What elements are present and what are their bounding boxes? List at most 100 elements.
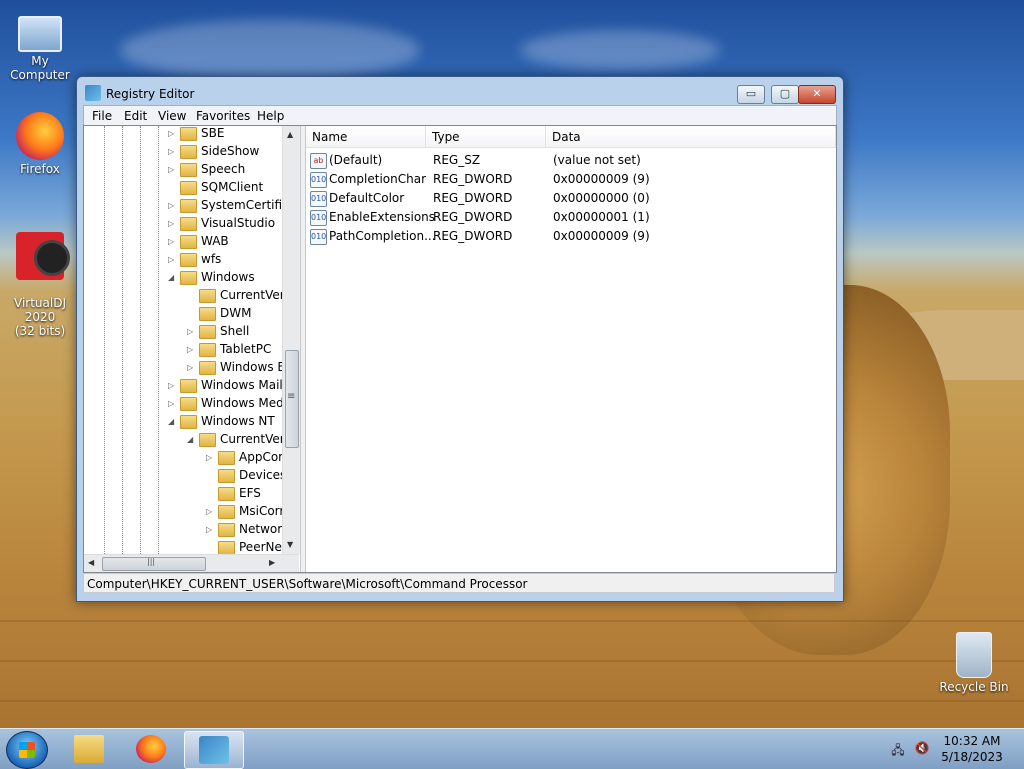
desktop-icon-label: Firefox [20, 162, 60, 176]
tree-node[interactable]: DWM [187, 306, 251, 324]
value-row[interactable]: 010 CompletionChar REG_DWORD 0x00000009 (9) [306, 170, 836, 189]
folder-icon [180, 198, 197, 213]
tree-node[interactable]: ▷ SBE [168, 126, 224, 144]
folder-icon [199, 288, 216, 303]
column-header-type[interactable]: Type [426, 126, 546, 148]
expand-arrow-icon[interactable]: ◢ [168, 273, 178, 282]
tree-node[interactable]: ◢ Windows [168, 270, 255, 288]
tree-node[interactable]: ▷ Windows Media [168, 396, 294, 414]
folder-icon [218, 522, 235, 537]
menu-favorites[interactable]: Favorites [196, 109, 250, 123]
tree-node[interactable]: ▷ VisualStudio [168, 216, 275, 234]
tree-vertical-scrollbar[interactable]: ▲ ≡ ▼ [282, 126, 300, 554]
expand-arrow-icon[interactable]: ▷ [168, 219, 178, 228]
folder-icon [180, 126, 197, 141]
expand-arrow-icon[interactable]: ◢ [168, 417, 178, 426]
tree-horizontal-scrollbar[interactable]: ◀ ||| ▶ [84, 554, 299, 572]
folder-icon [218, 504, 235, 519]
scroll-thumb[interactable]: ≡ [285, 350, 299, 448]
expand-arrow-icon[interactable]: ▷ [187, 363, 197, 372]
scroll-down-arrow[interactable]: ▼ [287, 540, 293, 549]
expand-arrow-icon[interactable]: ▷ [168, 381, 178, 390]
expand-arrow-icon[interactable]: ▷ [168, 255, 178, 264]
column-header-data[interactable]: Data [546, 126, 836, 148]
folder-icon [180, 180, 197, 195]
folder-icon [180, 378, 197, 393]
regedit-icon [85, 85, 101, 101]
value-data: (value not set) [553, 153, 641, 167]
desktop-icon-firefox[interactable]: Firefox [0, 112, 80, 176]
expand-arrow-icon[interactable]: ▷ [206, 525, 216, 534]
column-header-name[interactable]: Name [306, 126, 426, 148]
expand-arrow-icon[interactable]: ▷ [206, 453, 216, 462]
values-list[interactable]: Name Type Data ab (Default) REG_SZ (value n… [306, 126, 836, 572]
tree-node[interactable]: ▷ Network [206, 522, 289, 540]
network-icon[interactable]: 🖧 [890, 741, 906, 757]
tree-node[interactable]: ▷ TabletPC [187, 342, 271, 360]
volume-muted-icon[interactable]: 🔇 [914, 741, 930, 757]
tree-node[interactable]: ▷ WAB [168, 234, 229, 252]
tree-node[interactable]: ◢ Windows NT [168, 414, 275, 432]
tree-node-label: Windows Media [201, 396, 295, 410]
expand-arrow-icon[interactable]: ▷ [168, 129, 178, 138]
menu-file[interactable]: File [92, 109, 112, 123]
expand-arrow-icon[interactable]: ▷ [168, 147, 178, 156]
value-row[interactable]: ab (Default) REG_SZ (value not set) [306, 151, 836, 170]
tree-node-label: DWM [220, 306, 252, 320]
scroll-left-arrow[interactable]: ◀ [88, 558, 94, 567]
tree-node[interactable]: ▷ wfs [168, 252, 221, 270]
scroll-thumb[interactable]: ||| [102, 557, 206, 571]
menu-view[interactable]: View [158, 109, 186, 123]
minimize-button[interactable]: ▭ [737, 85, 765, 104]
expand-arrow-icon[interactable]: ▷ [168, 237, 178, 246]
expand-arrow-icon[interactable]: ▷ [168, 165, 178, 174]
value-name: PathCompletion... [329, 229, 436, 243]
value-row[interactable]: 010 EnableExtensions REG_DWORD 0x00000001 (… [306, 208, 836, 227]
desktop-icon-my-computer[interactable]: My Computer [0, 8, 80, 82]
taskbar-registry-editor[interactable] [184, 731, 244, 769]
menu-help[interactable]: Help [257, 109, 284, 123]
taskbar-explorer[interactable] [60, 731, 118, 767]
tree-node[interactable]: Devices [206, 468, 286, 486]
desktop-icon-recycle-bin[interactable]: Recycle Bin [934, 632, 1014, 694]
tree-node[interactable]: ▷ Shell [187, 324, 249, 342]
sky-cloud [520, 30, 720, 70]
tree-node-label: wfs [201, 252, 222, 266]
taskbar-firefox[interactable] [122, 731, 180, 767]
folder-icon [218, 486, 235, 501]
scroll-right-arrow[interactable]: ▶ [269, 558, 275, 567]
status-bar: Computer\HKEY_CURRENT_USER\Software\Micr… [83, 573, 835, 593]
expand-arrow-icon[interactable]: ▷ [206, 507, 216, 516]
tree-node[interactable]: ▷ SideShow [168, 144, 259, 162]
value-name: CompletionChar [329, 172, 427, 186]
menu-edit[interactable]: Edit [124, 109, 147, 123]
value-row[interactable]: 010 PathCompletion... REG_DWORD 0x00000009 … [306, 227, 836, 246]
title-bar[interactable]: Registry Editor ▭ ▢ ✕ [77, 77, 843, 105]
expand-arrow-icon[interactable]: ▷ [187, 327, 197, 336]
expand-arrow-icon[interactable]: ▷ [168, 201, 178, 210]
tree-node[interactable]: ▷SystemCertificates [168, 198, 300, 216]
tree-node-label: Windows Mail [201, 378, 283, 392]
tree-node[interactable]: ▷ Speech [168, 162, 245, 180]
clock[interactable]: 10:32 AM 5/18/2023 [930, 733, 1014, 765]
value-row[interactable]: 010 DefaultColor REG_DWORD 0x00000000 (0) [306, 189, 836, 208]
tree-node-label: WAB [201, 234, 229, 248]
maximize-button[interactable]: ▢ [771, 85, 799, 104]
expand-arrow-icon[interactable]: ▷ [168, 399, 178, 408]
start-button[interactable] [6, 731, 48, 769]
tree-node[interactable]: ▷ Windows Mail [168, 378, 283, 396]
desktop-icon-virtualdj[interactable]: VirtualDJ 2020 (32 bits) [0, 218, 80, 352]
folder-icon [199, 360, 216, 375]
expand-arrow-icon[interactable]: ▷ [187, 345, 197, 354]
close-button[interactable]: ✕ [798, 85, 836, 104]
folder-icon [199, 306, 216, 321]
tree-node[interactable]: SQMClient [168, 180, 263, 198]
tree-node[interactable]: EFS [206, 486, 261, 504]
scroll-up-arrow[interactable]: ▲ [287, 130, 293, 139]
folder-icon [199, 342, 216, 357]
key-tree[interactable]: ▷ SBE ▷ SideShow ▷ Speech SQMClient ▷ SystemCert… [84, 126, 300, 572]
windows-logo-icon [19, 742, 35, 758]
value-type: REG_DWORD [433, 229, 513, 243]
regedit-icon [199, 736, 229, 764]
expand-arrow-icon[interactable]: ◢ [187, 435, 197, 444]
